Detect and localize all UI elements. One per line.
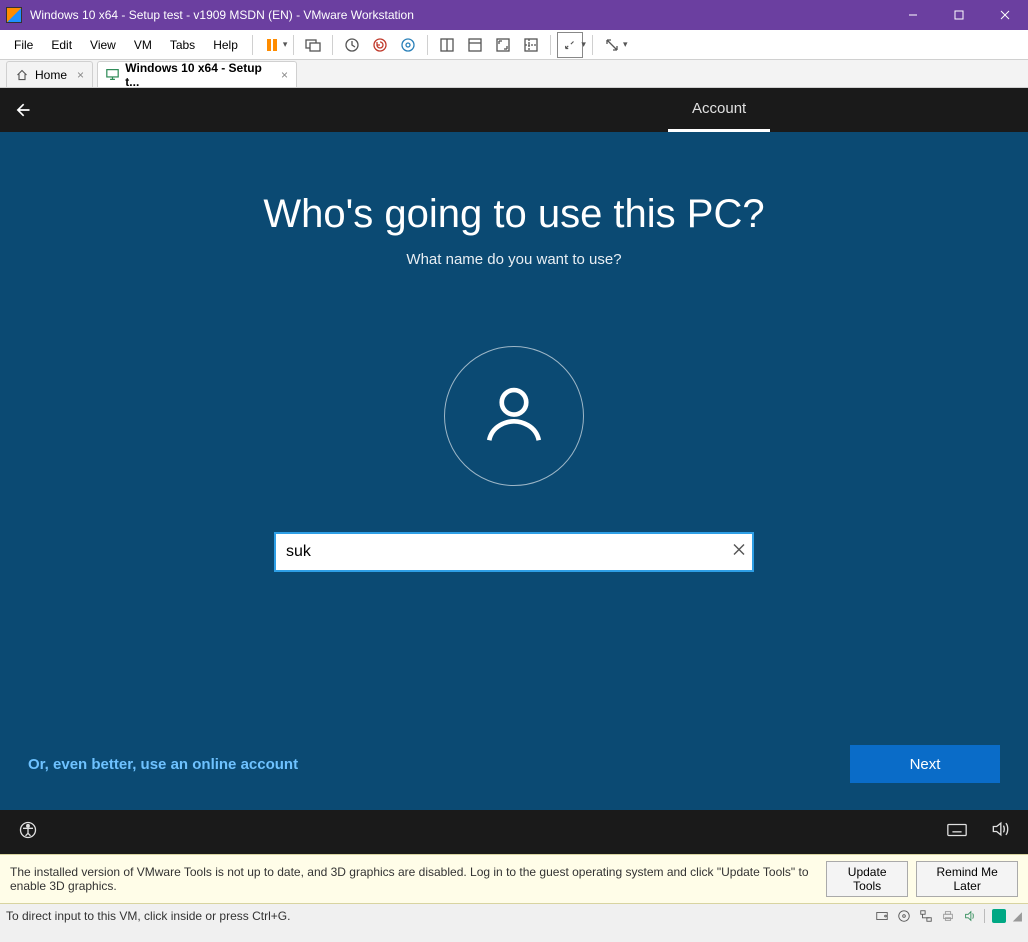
sound-icon[interactable]	[962, 908, 978, 924]
toolbar-separator	[252, 35, 253, 55]
snapshot-manager-button[interactable]	[395, 32, 421, 58]
oobe-subheading: What name do you want to use?	[406, 251, 621, 268]
oobe-footer: Or, even better, use an online account N…	[0, 730, 1028, 810]
statusbar-tray: ◢	[874, 908, 1022, 924]
view-unity-button[interactable]	[518, 32, 544, 58]
username-field-wrap	[274, 532, 754, 572]
tab-home[interactable]: Home ×	[6, 61, 93, 87]
statusbar-hint: To direct input to this VM, click inside…	[6, 909, 290, 923]
menubar: File Edit View VM Tabs Help ▾ ▾ ▾	[0, 30, 1028, 60]
stretch-dropdown-icon[interactable]: ▾	[581, 39, 586, 50]
use-online-account-link[interactable]: Or, even better, use an online account	[28, 756, 298, 773]
tabstrip: Home × Windows 10 x64 - Setup t... ×	[0, 60, 1028, 88]
home-icon	[15, 68, 29, 82]
next-button[interactable]: Next	[850, 745, 1000, 783]
update-tools-button[interactable]: Update Tools	[826, 861, 908, 897]
printer-icon[interactable]	[940, 908, 956, 924]
username-input[interactable]	[274, 532, 754, 572]
window-minimize-button[interactable]	[890, 0, 936, 30]
oobe-step-label: Account	[692, 100, 746, 117]
user-avatar-placeholder	[444, 346, 584, 486]
suspend-vm-button[interactable]	[259, 32, 285, 58]
clear-input-icon[interactable]	[732, 543, 746, 562]
ease-of-access-button[interactable]	[18, 820, 38, 845]
vmware-tools-notice: The installed version of VMware Tools is…	[0, 854, 1028, 904]
cycle-dropdown-icon[interactable]: ▾	[623, 39, 628, 50]
resize-grip-icon[interactable]: ◢	[1013, 909, 1022, 923]
menu-help[interactable]: Help	[205, 34, 246, 56]
menu-tabs[interactable]: Tabs	[162, 34, 203, 56]
oobe-step-tab-account[interactable]: Account	[668, 88, 770, 132]
tab-vm-close-icon[interactable]: ×	[281, 68, 288, 82]
notice-text: The installed version of VMware Tools is…	[10, 865, 826, 893]
menu-file[interactable]: File	[6, 34, 41, 56]
message-log-icon[interactable]	[991, 908, 1007, 924]
menu-view[interactable]: View	[82, 34, 124, 56]
view-stretch-button[interactable]	[557, 32, 583, 58]
volume-icon[interactable]	[990, 819, 1010, 846]
oobe-body: Who's going to use this PC? What name do…	[0, 132, 1028, 730]
oobe-heading: Who's going to use this PC?	[263, 192, 764, 237]
window-maximize-button[interactable]	[936, 0, 982, 30]
tab-vm-label: Windows 10 x64 - Setup t...	[125, 61, 271, 89]
tab-home-label: Home	[35, 68, 67, 82]
disk-icon[interactable]	[874, 908, 890, 924]
back-button[interactable]	[0, 88, 44, 132]
monitor-icon	[106, 68, 119, 82]
tab-vm[interactable]: Windows 10 x64 - Setup t... ×	[97, 61, 297, 87]
send-ctrl-alt-del-button[interactable]	[300, 32, 326, 58]
oobe-tray	[0, 810, 1028, 854]
window-close-button[interactable]	[982, 0, 1028, 30]
view-console-button[interactable]	[462, 32, 488, 58]
oobe-header: Account	[0, 88, 1028, 132]
view-cycle-button[interactable]	[599, 32, 625, 58]
tab-home-close-icon[interactable]: ×	[77, 68, 84, 82]
user-icon	[479, 379, 549, 454]
vmware-logo-icon	[6, 7, 22, 23]
menu-edit[interactable]: Edit	[43, 34, 80, 56]
snapshot-take-button[interactable]	[339, 32, 365, 58]
window-title: Windows 10 x64 - Setup test - v1909 MSDN…	[30, 8, 414, 22]
cd-icon[interactable]	[896, 908, 912, 924]
window-titlebar: Windows 10 x64 - Setup test - v1909 MSDN…	[0, 0, 1028, 30]
network-icon[interactable]	[918, 908, 934, 924]
guest-display[interactable]: Account Who's going to use this PC? What…	[0, 88, 1028, 854]
power-dropdown-icon[interactable]: ▾	[283, 39, 288, 50]
view-fullscreen-button[interactable]	[490, 32, 516, 58]
snapshot-revert-button[interactable]	[367, 32, 393, 58]
keyboard-icon[interactable]	[946, 819, 968, 846]
statusbar: To direct input to this VM, click inside…	[0, 904, 1028, 928]
menu-vm[interactable]: VM	[126, 34, 160, 56]
view-single-button[interactable]	[434, 32, 460, 58]
remind-me-later-button[interactable]: Remind Me Later	[916, 861, 1018, 897]
